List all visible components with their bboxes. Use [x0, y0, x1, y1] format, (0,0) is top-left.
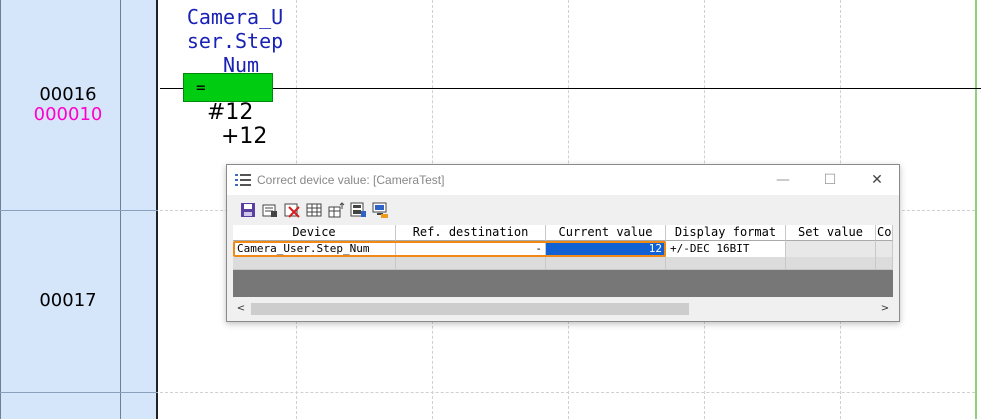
save-icon[interactable]: [239, 201, 257, 219]
compare-operator: =: [196, 78, 206, 97]
empty-cell[interactable]: [396, 257, 546, 270]
dialog-titlebar[interactable]: Correct device value: [CameraTest] — ☐ ✕: [227, 165, 899, 195]
cell-display-format[interactable]: +/-DEC 16BIT: [666, 241, 786, 257]
delete-icon[interactable]: [283, 201, 301, 219]
step-number: 00016: [39, 84, 97, 105]
rung-line: [160, 88, 981, 89]
device-label-line: ser.Step: [186, 29, 284, 53]
close-button[interactable]: ✕: [862, 169, 892, 191]
monitor-icon[interactable]: [349, 201, 367, 219]
register-icon[interactable]: [261, 201, 279, 219]
device-label-line: Camera_U: [186, 5, 284, 29]
cell-set-value[interactable]: [786, 241, 876, 257]
minimize-button[interactable]: —: [768, 169, 798, 191]
insert-row-icon[interactable]: [327, 201, 345, 219]
scroll-left-icon[interactable]: <: [233, 301, 249, 317]
step-number-column: 00016 000010 00017: [0, 0, 158, 419]
right-power-rail: [975, 0, 977, 419]
maximize-button[interactable]: ☐: [815, 169, 845, 191]
column-header-set-value[interactable]: Set value: [786, 225, 876, 241]
row-divider: [0, 392, 158, 393]
pc-icon[interactable]: [371, 201, 389, 219]
horizontal-scrollbar[interactable]: < >: [233, 301, 893, 317]
operand-constant[interactable]: #12: [207, 100, 253, 125]
operand-current-value: +12: [221, 124, 268, 149]
column-header-display-format[interactable]: Display format: [666, 225, 786, 241]
empty-cell[interactable]: [876, 257, 893, 270]
cell-ref-destination[interactable]: -: [396, 241, 546, 257]
cell-co[interactable]: [876, 241, 893, 257]
grid-line: [160, 392, 975, 393]
dialog-title: Correct device value: [CameraTest]: [257, 173, 445, 187]
list-icon: [235, 174, 251, 186]
cell-current-value[interactable]: 12: [546, 241, 666, 257]
device-label[interactable]: Camera_U ser.Step _Num: [170, 5, 300, 77]
empty-cell[interactable]: [786, 257, 876, 270]
device-table: Device Ref. destination Current value Di…: [233, 225, 893, 297]
scroll-thumb[interactable]: [251, 303, 689, 315]
column-header-device[interactable]: Device: [233, 225, 396, 241]
step-sub-number: 000010: [33, 104, 103, 125]
compare-instruction[interactable]: =: [183, 73, 273, 102]
row-divider: [0, 210, 158, 211]
cell-device[interactable]: Camera_User.Step_Num: [233, 241, 396, 257]
column-header-current-value[interactable]: Current value: [546, 225, 666, 241]
empty-cell[interactable]: [546, 257, 666, 270]
step-number: 00017: [39, 290, 97, 311]
correct-device-value-dialog: Correct device value: [CameraTest] — ☐ ✕…: [226, 164, 900, 322]
empty-cell[interactable]: [233, 257, 396, 270]
table-icon[interactable]: [305, 201, 323, 219]
column-header-co[interactable]: Co: [876, 225, 893, 241]
empty-cell[interactable]: [666, 257, 786, 270]
column-header-ref-destination[interactable]: Ref. destination: [396, 225, 546, 241]
scroll-right-icon[interactable]: >: [877, 301, 893, 317]
